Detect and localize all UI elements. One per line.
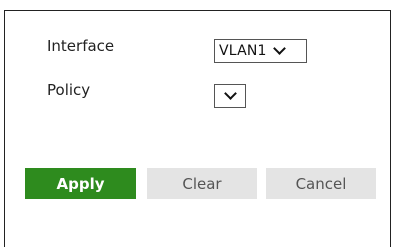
interface-label: Interface [47, 37, 115, 55]
cancel-button[interactable]: Cancel [266, 168, 376, 199]
form-panel: Interface VLAN1 Policy Apply Clear Cance… [4, 10, 391, 247]
interface-select-value: VLAN1 [219, 43, 267, 59]
interface-select[interactable]: VLAN1 [214, 39, 307, 63]
policy-select[interactable] [214, 84, 246, 108]
clear-button[interactable]: Clear [147, 168, 257, 199]
chevron-down-icon [272, 42, 286, 55]
chevron-down-icon [223, 87, 237, 100]
apply-button[interactable]: Apply [25, 168, 136, 199]
policy-label: Policy [47, 81, 91, 99]
